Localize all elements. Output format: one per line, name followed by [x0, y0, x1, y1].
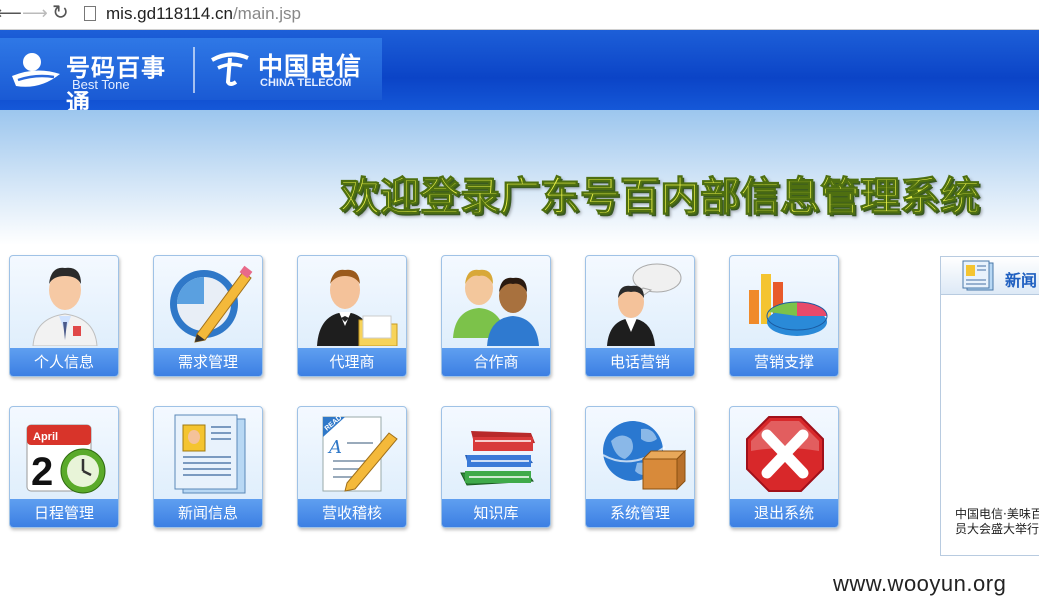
tile-label: 知识库: [442, 499, 550, 527]
logo-divider: [193, 47, 195, 93]
tile-label: 代理商: [298, 348, 406, 376]
besttone-name-en: Best Tone: [72, 77, 130, 92]
globe-box-icon: [602, 421, 687, 491]
news-panel: 新闻 中国电信·美味百 员大会盛大举行: [940, 256, 1039, 556]
tile-label: 日程管理: [10, 499, 118, 527]
news-item-line: 中国电信·美味百: [955, 507, 1039, 521]
tile-label: 退出系统: [730, 499, 838, 527]
forward-arrow-icon[interactable]: ⟶: [22, 4, 48, 24]
news-panel-header: 新闻: [941, 257, 1039, 295]
tile-schedule-management[interactable]: April 2 日程管理: [9, 406, 119, 528]
exit-x-icon: [746, 416, 824, 492]
tile-system-management[interactable]: 系统管理: [585, 406, 695, 528]
tile-logout[interactable]: 退出系统: [729, 406, 839, 528]
calendar-month: April: [33, 431, 58, 443]
china-telecom-logo: 中国电信 CHINA TELECOM: [208, 44, 378, 94]
watermark: www.wooyun.org: [833, 571, 1007, 596]
tile-label: 营销支撑: [730, 348, 838, 376]
tile-marketing-support[interactable]: 营销支撑: [729, 255, 839, 377]
calendar-clock-icon: April 2: [26, 424, 106, 494]
tile-news-info[interactable]: 新闻信息: [153, 406, 263, 528]
back-arrow-icon[interactable]: ⟵: [0, 4, 22, 24]
url-host: mis.gd118114.cn: [106, 4, 233, 23]
newspaper-icon: [174, 414, 246, 494]
tile-telemarketing[interactable]: 电话营销: [585, 255, 695, 377]
url-input[interactable]: mis.gd118114.cn/main.jsp: [78, 3, 1033, 25]
tile-label: 新闻信息: [154, 499, 262, 527]
tile-label: 个人信息: [10, 348, 118, 376]
svg-text:A: A: [327, 437, 342, 458]
agent-folder-icon: [317, 269, 398, 346]
tile-label: 系统管理: [586, 499, 694, 527]
tile-partner[interactable]: 合作商: [441, 255, 551, 377]
speech-bubble-person-icon: [607, 263, 682, 346]
url-path: /main.jsp: [232, 4, 301, 23]
china-telecom-name-en: CHINA TELECOM: [260, 77, 352, 89]
besttone-logo-icon: [12, 53, 60, 87]
calendar-day: 2: [31, 450, 53, 494]
tile-label: 电话营销: [586, 348, 694, 376]
tile-label: 营收稽核: [298, 499, 406, 527]
newspaper-icon: [962, 260, 994, 291]
tile-requirement-management[interactable]: 需求管理: [153, 255, 263, 377]
reload-icon[interactable]: ↻: [52, 2, 69, 22]
pencil-circle-icon: [170, 265, 253, 343]
partners-icon: [453, 269, 539, 346]
news-item-line: 员大会盛大举行: [955, 522, 1039, 536]
browser-address-bar: ⟵ ⟶ ↻ mis.gd118114.cn/main.jsp: [0, 0, 1039, 30]
tile-label: 合作商: [442, 348, 550, 376]
china-telecom-logo-icon: [211, 52, 249, 86]
chart-pie-icon: [749, 274, 828, 336]
page-icon: [84, 6, 96, 21]
tile-label: 需求管理: [154, 348, 262, 376]
tile-revenue-audit[interactable]: READ A 营收稽核: [297, 406, 407, 528]
welcome-title: 欢迎登录广东号百内部信息管理系统: [340, 174, 981, 221]
books-icon: [460, 431, 535, 486]
tile-knowledge-base[interactable]: 知识库: [441, 406, 551, 528]
document-pen-icon: READ A: [322, 414, 398, 492]
news-item[interactable]: 中国电信·美味百 员大会盛大举行: [955, 507, 1039, 537]
person-icon: [32, 267, 98, 346]
besttone-logo: 号码百事通 Best Tone: [10, 44, 185, 117]
tile-personal-info[interactable]: 个人信息: [9, 255, 119, 377]
news-panel-title: 新闻: [1005, 271, 1038, 290]
tile-agent[interactable]: 代理商: [297, 255, 407, 377]
